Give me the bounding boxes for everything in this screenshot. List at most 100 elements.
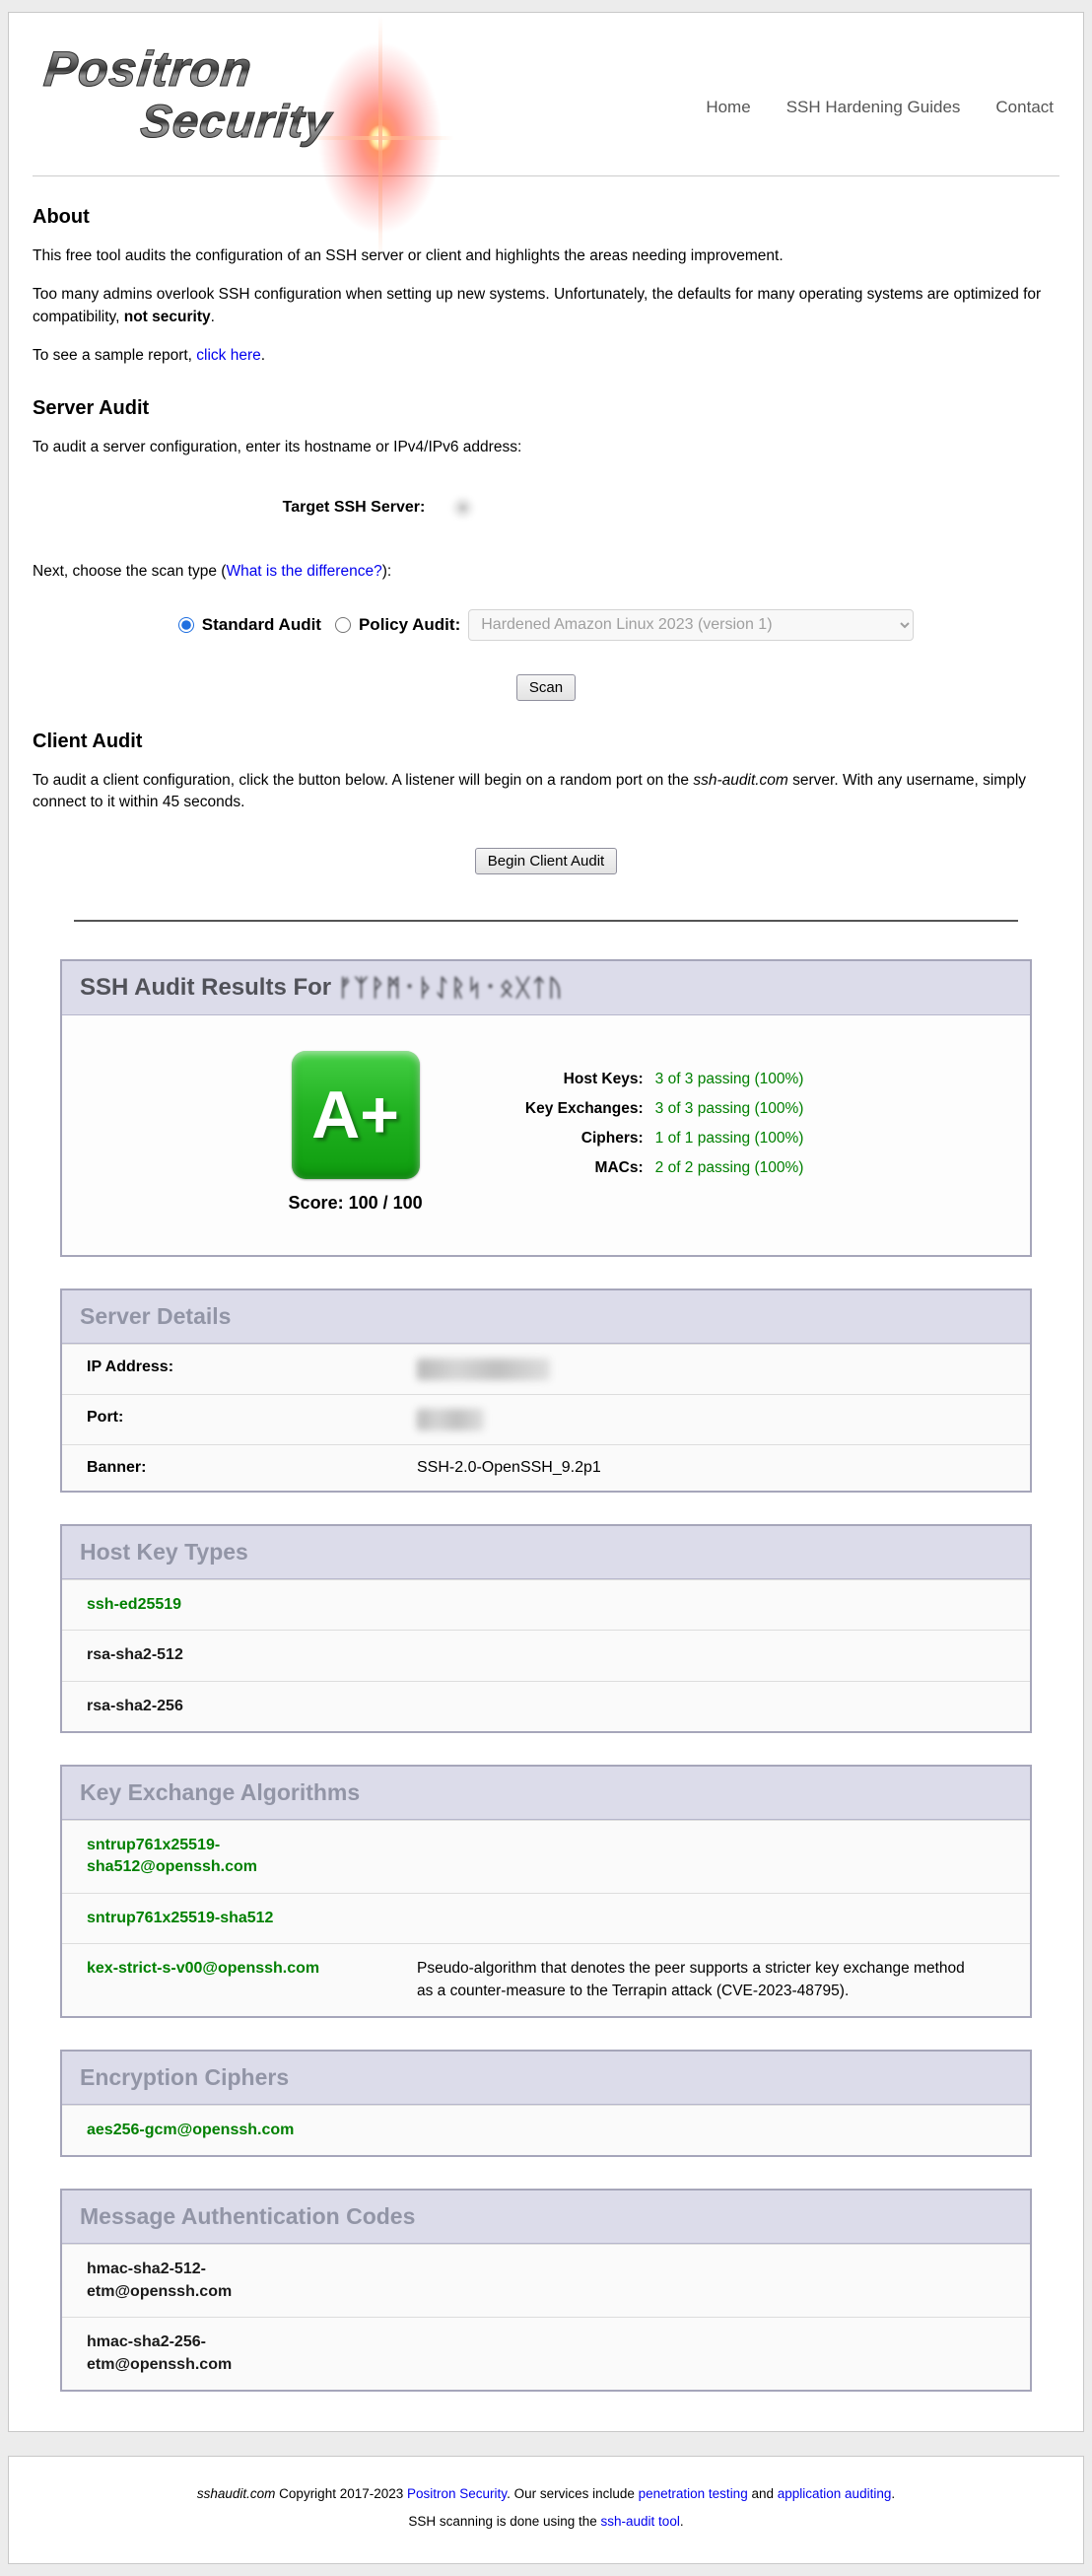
standard-audit-label: Standard Audit xyxy=(202,615,321,635)
application-auditing-link[interactable]: application auditing xyxy=(778,2486,892,2501)
footer-line-1: sshaudit.com Copyright 2017-2023 Positro… xyxy=(19,2484,1073,2504)
cipher-row: aes256-gcm@openssh.com xyxy=(62,2105,1030,2155)
positron-security-link[interactable]: Positron Security xyxy=(407,2486,507,2501)
footer-and-text: and xyxy=(748,2486,778,2501)
main-content-card: Positron Security Home SSH Hardening Gui… xyxy=(8,12,1084,2432)
about-paragraph-2: Too many admins overlook SSH configurati… xyxy=(33,284,1059,328)
mac-name: hmac-sha2-256-etm@openssh.com xyxy=(87,2332,335,2376)
stat-label: MACs: xyxy=(486,1153,644,1183)
site-header: Positron Security Home SSH Hardening Gui… xyxy=(33,40,1059,176)
server-audit-intro: To audit a server configuration, enter i… xyxy=(33,437,1059,458)
grade-block: A+ Score: 100 / 100 xyxy=(289,1051,423,1214)
kex-note: Pseudo-algorithm that denotes the peer s… xyxy=(417,1958,969,2002)
what-is-the-difference-link[interactable]: What is the difference? xyxy=(226,563,381,580)
scan-type-radio-row: Standard Audit Policy Audit: Hardened Am… xyxy=(33,609,1059,641)
kex-name: kex-strict-s-v00@openssh.com xyxy=(87,1958,335,2002)
score-label: Score: 100 / 100 xyxy=(289,1193,423,1214)
kex-name: sntrup761x25519-sha512 xyxy=(87,1908,335,1929)
cipher-name: aes256-gcm@openssh.com xyxy=(87,2120,335,2141)
ip-address-label: IP Address: xyxy=(87,1358,417,1380)
footer-domain: sshaudit.com xyxy=(197,2486,276,2501)
stat-value: 2 of 2 passing (100%) xyxy=(655,1153,804,1183)
server-details-header: Server Details xyxy=(62,1290,1030,1344)
scan-type-text-a: Next, choose the scan type ( xyxy=(33,563,226,580)
kex-row: kex-strict-s-v00@openssh.com Pseudo-algo… xyxy=(62,1943,1030,2016)
footer-period-2: . xyxy=(680,2514,684,2529)
stat-label: Host Keys: xyxy=(486,1065,644,1094)
policy-audit-radio[interactable] xyxy=(335,617,351,633)
sample-report-link[interactable]: click here xyxy=(196,347,260,364)
client-audit-domain: ssh-audit.com xyxy=(693,772,787,789)
host-key-name: ssh-ed25519 xyxy=(87,1594,335,1616)
stat-value: 1 of 1 passing (100%) xyxy=(655,1124,804,1153)
policy-select[interactable]: Hardened Amazon Linux 2023 (version 1) xyxy=(468,609,914,641)
logo-text-line2: Security xyxy=(138,94,334,148)
about-p2-period: . xyxy=(211,309,215,325)
about-title: About xyxy=(33,206,1059,229)
penetration-testing-link[interactable]: penetration testing xyxy=(639,2486,748,2501)
detail-row-banner: Banner: SSH-2.0-OpenSSH_9.2p1 xyxy=(62,1444,1030,1491)
banner-label: Banner: xyxy=(87,1459,417,1477)
port-label: Port: xyxy=(87,1409,417,1430)
policy-audit-label: Policy Audit: xyxy=(359,615,460,635)
target-server-row: Target SSH Server: xyxy=(33,488,1059,527)
macs-panel: Message Authentication Codes hmac-sha2-5… xyxy=(60,2189,1032,2392)
stat-value: 3 of 3 passing (100%) xyxy=(655,1065,804,1094)
footer-period: . xyxy=(891,2486,895,2501)
results-body: A+ Score: 100 / 100 Host Keys: 3 of 3 pa… xyxy=(62,1015,1030,1255)
macs-header: Message Authentication Codes xyxy=(62,2191,1030,2244)
positron-security-logo[interactable]: Positron Security xyxy=(33,40,496,176)
results-hostname-censored: ᚠᛉᚹᛗ᛫ᚦᛇᚱᛋ᛫ᛟᚷᛏᚢ xyxy=(338,975,565,1003)
host-key-name: rsa-sha2-512 xyxy=(87,1644,335,1666)
about-paragraph-3: To see a sample report, click here. xyxy=(33,345,1059,367)
ssh-audit-tool-link[interactable]: ssh-audit tool xyxy=(601,2514,680,2529)
encryption-ciphers-panel: Encryption Ciphers aes256-gcm@openssh.co… xyxy=(60,2050,1032,2157)
kex-row: sntrup761x25519-sha512@openssh.com xyxy=(62,1820,1030,1893)
scan-button[interactable]: Scan xyxy=(516,674,576,701)
kex-name: sntrup761x25519-sha512@openssh.com xyxy=(87,1835,335,1879)
client-audit-title: Client Audit xyxy=(33,731,1059,753)
scan-type-text-b: ): xyxy=(382,563,391,580)
nav-home-link[interactable]: Home xyxy=(706,98,750,117)
detail-row-port: Port: xyxy=(62,1394,1030,1444)
footer-services-text: . Our services include xyxy=(507,2486,639,2501)
detail-row-ip: IP Address: xyxy=(62,1344,1030,1394)
target-server-input-censored[interactable] xyxy=(433,488,809,527)
about-p3-text: To see a sample report, xyxy=(33,347,196,364)
stat-value: 3 of 3 passing (100%) xyxy=(655,1094,804,1124)
mac-row: hmac-sha2-256-etm@openssh.com xyxy=(62,2317,1030,2390)
nav-contact-link[interactable]: Contact xyxy=(995,98,1054,117)
mac-row: hmac-sha2-512-etm@openssh.com xyxy=(62,2244,1030,2317)
client-audit-button-row: Begin Client Audit xyxy=(33,848,1059,874)
stat-row-macs: MACs: 2 of 2 passing (100%) xyxy=(486,1153,804,1183)
standard-audit-radio[interactable] xyxy=(178,617,194,633)
about-paragraph-1: This free tool audits the configuration … xyxy=(33,245,1059,267)
begin-client-audit-button[interactable]: Begin Client Audit xyxy=(475,848,617,874)
about-p2-bold: not security xyxy=(124,309,211,325)
stat-label: Key Exchanges: xyxy=(486,1094,644,1124)
client-audit-text-a: To audit a client configuration, click t… xyxy=(33,772,693,789)
top-nav: Home SSH Hardening Guides Contact xyxy=(706,98,1054,117)
logo-text-line1: Positron xyxy=(41,40,255,98)
key-exchange-panel: Key Exchange Algorithms sntrup761x25519-… xyxy=(60,1765,1032,2018)
ssh-audit-results-panel: SSH Audit Results For ᚠᛉᚹᛗ᛫ᚦᛇᚱᛋ᛫ᛟᚷᛏᚢ A+ … xyxy=(60,959,1032,1257)
host-key-types-header: Host Key Types xyxy=(62,1526,1030,1579)
stat-row-key-exchanges: Key Exchanges: 3 of 3 passing (100%) xyxy=(486,1094,804,1124)
grade-letter: A+ xyxy=(311,1077,399,1153)
section-divider xyxy=(74,920,1018,922)
grade-badge: A+ xyxy=(292,1051,420,1179)
stat-row-host-keys: Host Keys: 3 of 3 passing (100%) xyxy=(486,1065,804,1094)
host-key-name: rsa-sha2-256 xyxy=(87,1696,335,1717)
footer: sshaudit.com Copyright 2017-2023 Positro… xyxy=(8,2456,1084,2565)
host-key-row: rsa-sha2-512 xyxy=(62,1630,1030,1680)
host-key-row: rsa-sha2-256 xyxy=(62,1681,1030,1731)
stat-label: Ciphers: xyxy=(486,1124,644,1153)
results-title-prefix: SSH Audit Results For xyxy=(80,974,338,1001)
banner-value: SSH-2.0-OpenSSH_9.2p1 xyxy=(417,1459,601,1477)
server-audit-title: Server Audit xyxy=(33,397,1059,420)
encryption-ciphers-header: Encryption Ciphers xyxy=(62,2052,1030,2105)
key-exchange-header: Key Exchange Algorithms xyxy=(62,1767,1030,1820)
about-p3-period: . xyxy=(261,347,265,364)
nav-ssh-hardening-guides-link[interactable]: SSH Hardening Guides xyxy=(786,98,961,117)
footer-scanning-text: SSH scanning is done using the xyxy=(408,2514,600,2529)
